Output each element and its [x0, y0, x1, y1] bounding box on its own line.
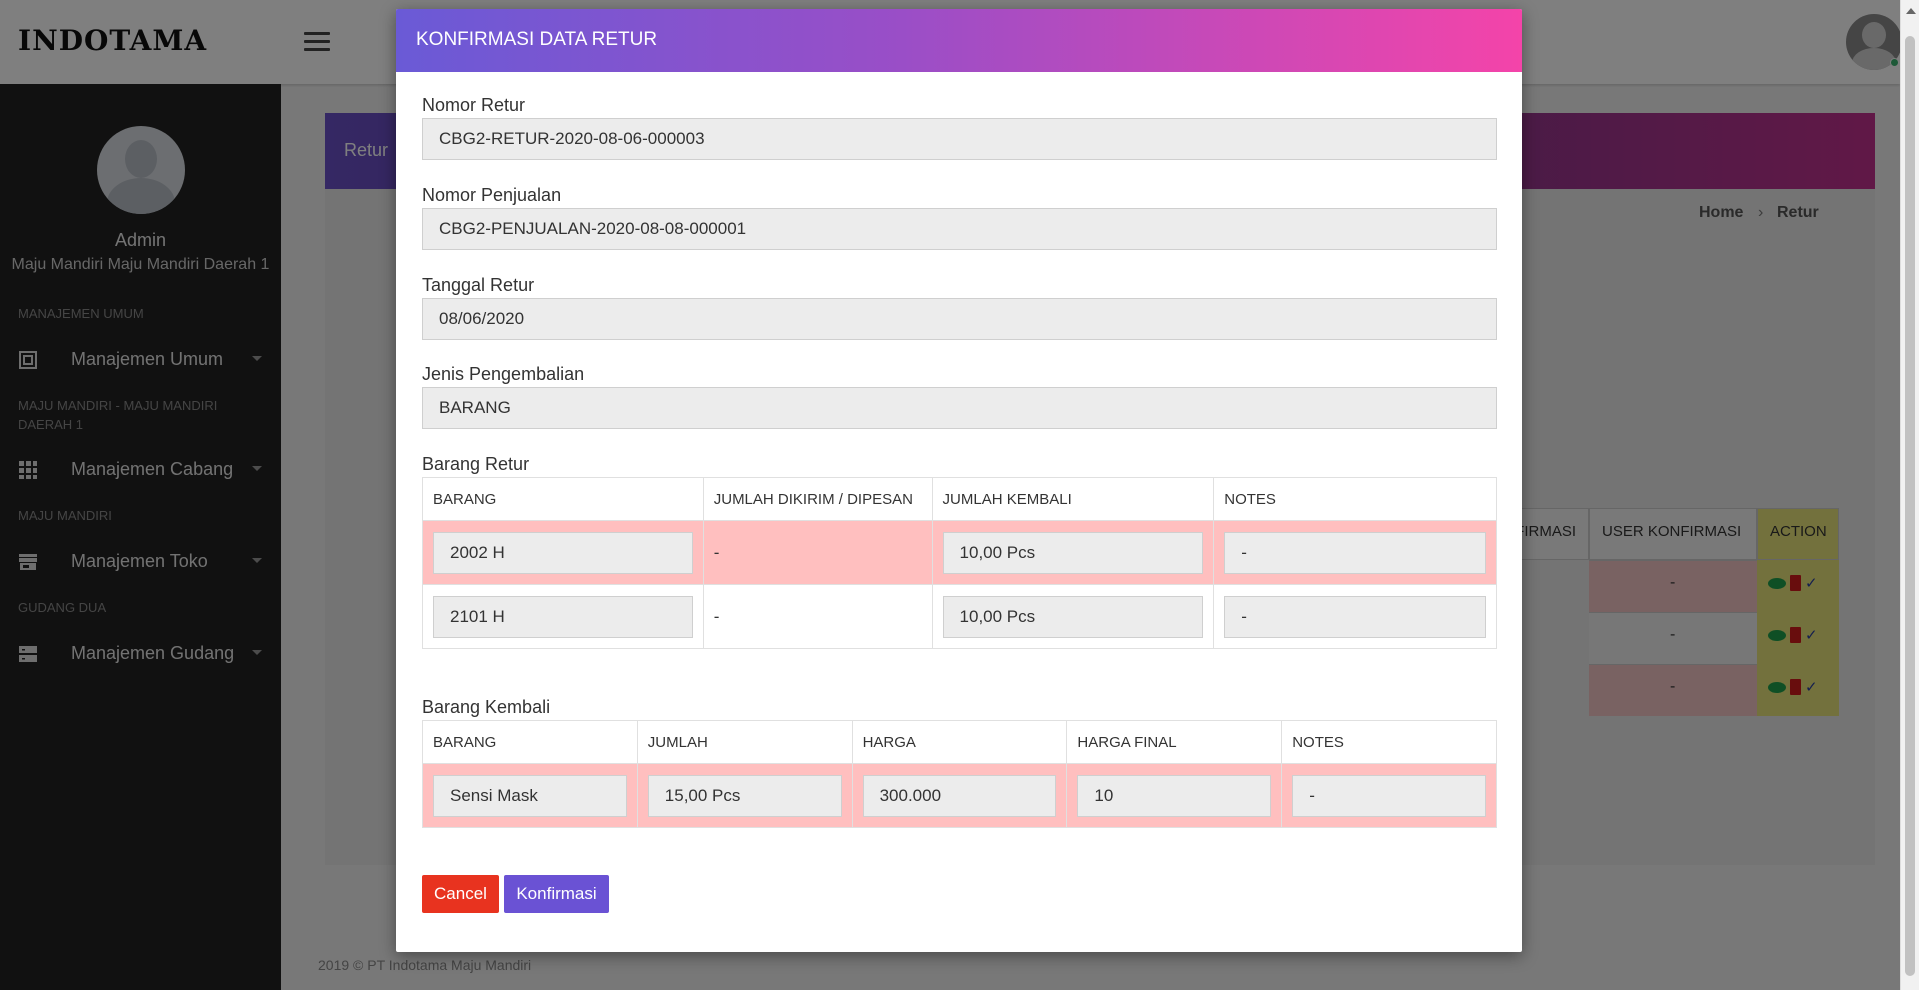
column-header: BARANG — [422, 720, 638, 764]
column-header: NOTES — [1213, 477, 1497, 521]
column-header: JUMLAH KEMBALI — [931, 477, 1215, 521]
barang-retur-table: BARANG JUMLAH DIKIRIM / DIPESAN JUMLAH K… — [422, 477, 1497, 649]
column-header: JUMLAH DIKIRIM / DIPESAN — [702, 477, 933, 521]
nomor-penjualan-field[interactable]: CBG2-PENJUALAN-2020-08-08-000001 — [422, 208, 1497, 250]
modal-header: KONFIRMASI DATA RETUR — [396, 9, 1522, 72]
jenis-pengembalian-field[interactable]: BARANG — [422, 387, 1497, 429]
table-row: Sensi Mask 15,00 Pcs 300.000 10 - — [422, 763, 1497, 828]
confirm-return-modal: KONFIRMASI DATA RETUR Nomor Retur CBG2-R… — [396, 9, 1522, 952]
nomor-retur-field[interactable]: CBG2-RETUR-2020-08-06-000003 — [422, 118, 1497, 160]
scroll-up-icon[interactable] — [1906, 8, 1916, 14]
notes-field[interactable]: - — [1224, 595, 1486, 638]
scrollbar-thumb[interactable] — [1905, 36, 1915, 976]
notes-field[interactable]: - — [1224, 531, 1486, 574]
konfirmasi-button[interactable]: Konfirmasi — [504, 875, 609, 913]
barang-field[interactable]: Sensi Mask — [433, 774, 627, 817]
jumlah-dikirim-value: - — [702, 584, 933, 649]
jumlah-field[interactable]: 15,00 Pcs — [647, 774, 842, 817]
barang-field[interactable]: 2101 H — [433, 595, 693, 638]
tanggal-retur-label: Tanggal Retur — [422, 275, 535, 295]
table-row: 2101 H - 10,00 Pcs - — [422, 584, 1497, 649]
cancel-button[interactable]: Cancel — [422, 875, 499, 913]
barang-retur-label: Barang Retur — [422, 454, 530, 474]
harga-final-field[interactable]: 10 — [1077, 774, 1272, 817]
tanggal-retur-field[interactable]: 08/06/2020 — [422, 298, 1497, 340]
nomor-retur-label: Nomor Retur — [422, 95, 526, 115]
nomor-penjualan-label: Nomor Penjualan — [422, 185, 562, 205]
jumlah-kembali-field[interactable]: 10,00 Pcs — [942, 595, 1204, 638]
jumlah-kembali-field[interactable]: 10,00 Pcs — [942, 531, 1204, 574]
page-scrollbar[interactable] — [1900, 0, 1919, 990]
jenis-pengembalian-label: Jenis Pengembalian — [422, 364, 585, 384]
barang-field[interactable]: 2002 H — [433, 531, 693, 574]
table-row: 2002 H - 10,00 Pcs - — [422, 520, 1497, 585]
barang-kembali-table: BARANG JUMLAH HARGA HARGA FINAL NOTES Se… — [422, 720, 1497, 828]
harga-field[interactable]: 300.000 — [862, 774, 1057, 817]
column-header: NOTES — [1281, 720, 1497, 764]
notes-field[interactable]: - — [1292, 774, 1486, 817]
column-header: HARGA FINAL — [1066, 720, 1283, 764]
column-header: BARANG — [422, 477, 704, 521]
jumlah-dikirim-value: - — [702, 520, 933, 585]
barang-kembali-label: Barang Kembali — [422, 697, 551, 717]
column-header: JUMLAH — [636, 720, 853, 764]
column-header: HARGA — [851, 720, 1068, 764]
modal-title: KONFIRMASI DATA RETUR — [416, 29, 658, 50]
